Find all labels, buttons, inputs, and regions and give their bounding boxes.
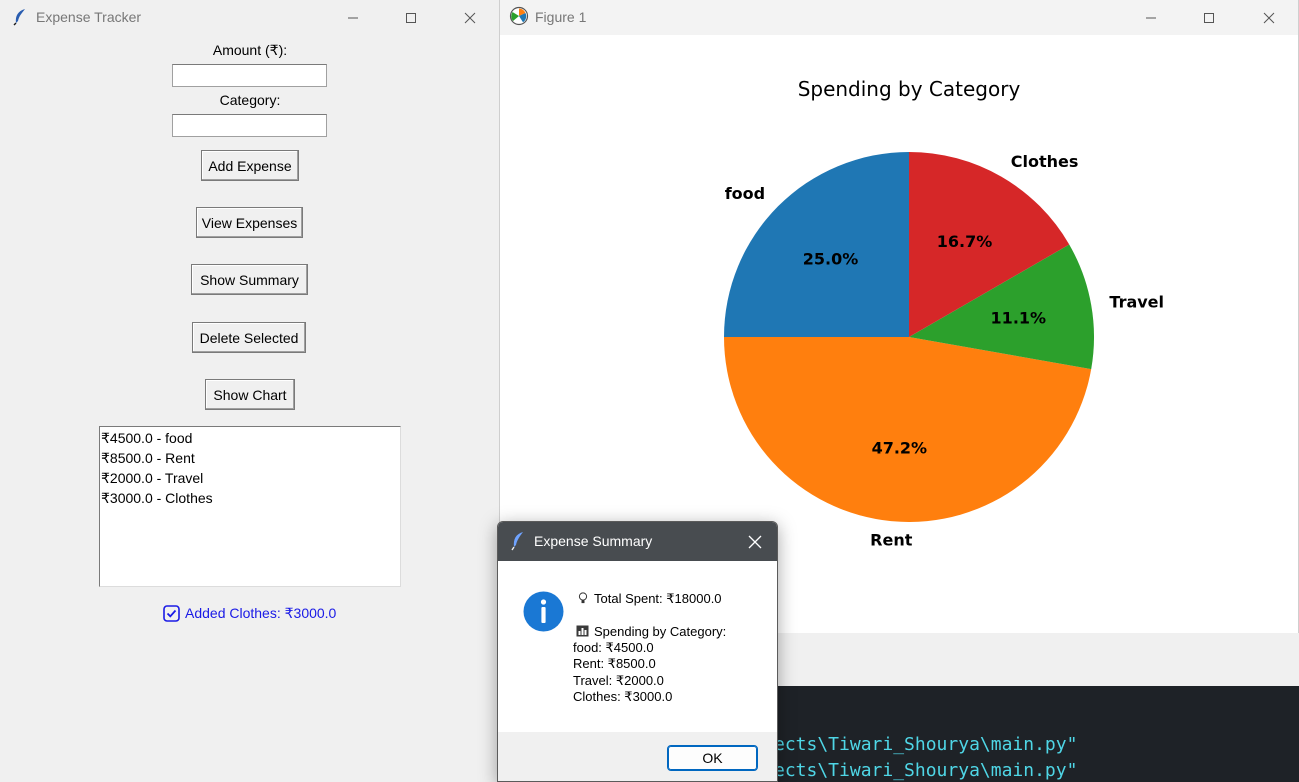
figure-titlebar: Figure 1	[500, 0, 1298, 35]
category-label: Clothes	[1011, 152, 1079, 171]
dialog-body: Total Spent: ₹18000.0 Spending by Catego…	[498, 561, 777, 732]
info-icon	[523, 591, 564, 632]
percent-label: 11.1%	[991, 309, 1047, 328]
show-summary-button[interactable]: Show Summary	[191, 264, 308, 295]
window-title: Figure 1	[535, 9, 587, 25]
maximize-button[interactable]	[382, 0, 440, 35]
percent-label: 47.2%	[872, 439, 928, 458]
close-icon	[748, 535, 762, 549]
list-item[interactable]: ₹4500.0 - food	[101, 428, 400, 448]
pie-slice-rent	[724, 337, 1092, 522]
add-expense-button[interactable]: Add Expense	[201, 150, 299, 181]
close-icon	[464, 12, 476, 23]
expense-tracker-window: Expense Tracker Amount (₹): Category: Ad…	[0, 0, 500, 782]
matplotlib-icon	[509, 6, 529, 26]
dialog-titlebar: Expense Summary	[498, 522, 777, 561]
minimize-icon	[348, 17, 358, 18]
list-item[interactable]: ₹2000.0 - Travel	[101, 468, 400, 488]
total-line: Total Spent: ₹18000.0	[576, 591, 722, 607]
category-line: food: ₹4500.0	[573, 640, 654, 655]
maximize-icon	[1204, 12, 1214, 23]
terminal-line: ects\Tiwari_Shourya\main.py"	[774, 760, 1078, 781]
list-item[interactable]: ₹8500.0 - Rent	[101, 448, 400, 468]
close-button[interactable]	[1240, 0, 1298, 35]
minimize-button[interactable]	[1122, 0, 1180, 35]
status-message: Added Clothes: ₹3000.0	[163, 605, 336, 622]
status-text: Added Clothes: ₹3000.0	[185, 605, 337, 621]
dialog-close-button[interactable]	[741, 528, 769, 556]
maximize-icon	[406, 12, 416, 23]
tracker-titlebar: Expense Tracker	[0, 0, 499, 35]
feather-icon	[13, 9, 25, 26]
category-label: food	[725, 184, 765, 203]
delete-selected-button[interactable]: Delete Selected	[192, 322, 306, 353]
dialog-title: Expense Summary	[534, 533, 653, 549]
minimize-button[interactable]	[324, 0, 382, 35]
category-label: Rent	[870, 531, 913, 550]
expense-listbox[interactable]: ₹4500.0 - food ₹8500.0 - Rent ₹2000.0 - …	[99, 426, 401, 587]
category-line: Travel: ₹2000.0	[573, 672, 664, 688]
total-spent-text: Total Spent: ₹18000.0	[594, 591, 722, 606]
percent-label: 25.0%	[803, 250, 859, 269]
amount-label: Amount (₹):	[212, 42, 288, 58]
feather-icon	[511, 532, 523, 551]
window-title: Expense Tracker	[36, 9, 142, 25]
light-bulb-icon	[578, 592, 588, 604]
ok-button[interactable]: OK	[667, 745, 758, 771]
percent-label: 16.7%	[937, 232, 993, 251]
show-chart-button[interactable]: Show Chart	[205, 379, 295, 410]
chart-title: Spending by Category	[798, 77, 1021, 101]
category-input[interactable]	[172, 114, 327, 137]
category-label: Travel	[1109, 293, 1164, 312]
category-line: Rent: ₹8500.0	[573, 656, 656, 672]
maximize-button[interactable]	[1180, 0, 1238, 35]
category-header-text: Spending by Category:	[594, 624, 727, 639]
amount-input[interactable]	[172, 64, 327, 87]
dialog-footer: OK	[498, 732, 777, 781]
category-header-line: Spending by Category:	[576, 624, 726, 640]
view-expenses-button[interactable]: View Expenses	[196, 207, 303, 238]
pie-slice-food	[724, 152, 909, 337]
terminal-line: ects\Tiwari_Shourya\main.py"	[774, 734, 1078, 755]
category-lines: food: ₹4500.0 Rent: ₹8500.0 Travel: ₹200…	[573, 640, 672, 706]
category-label: Category:	[219, 92, 281, 108]
close-icon	[1263, 12, 1275, 23]
minimize-icon	[1146, 17, 1156, 18]
close-button[interactable]	[441, 0, 499, 35]
expense-summary-dialog: Expense Summary Total Spent: ₹18000.0 Sp…	[497, 521, 778, 782]
bar-chart-icon	[576, 625, 589, 637]
category-line: Clothes: ₹3000.0	[573, 689, 673, 705]
check-box-icon	[163, 605, 180, 622]
list-item[interactable]: ₹3000.0 - Clothes	[101, 488, 400, 508]
